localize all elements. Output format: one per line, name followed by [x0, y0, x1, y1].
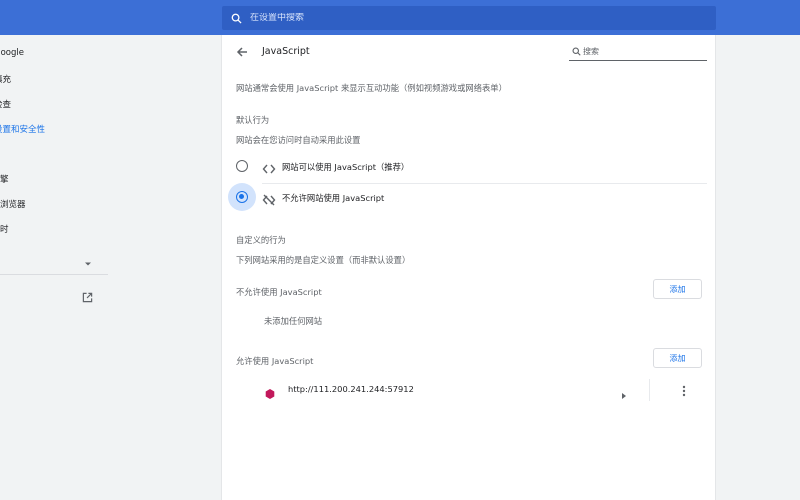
search-icon [569, 47, 583, 56]
option-allow-label: 网站可以使用 JavaScript（推荐） [282, 162, 410, 172]
allow-list-heading: 允许使用 JavaScript [236, 356, 314, 366]
external-link-icon[interactable] [82, 288, 93, 307]
settings-search-input[interactable] [250, 13, 716, 23]
radio-allow-javascript[interactable] [236, 160, 248, 172]
sidebar-item-autofill[interactable]: 填充 [0, 73, 11, 85]
sidebar: Google 填充 检查 设置和安全性 擎 浏览器 时 [0, 35, 108, 500]
page-description: 网站通常会使用 JavaScript 来显示互动功能（例如视频游戏或网络表单） [236, 83, 507, 93]
radio-row-allow-javascript[interactable]: 网站可以使用 JavaScript（推荐） [222, 149, 715, 183]
page-search-input[interactable] [583, 47, 693, 56]
block-list-heading: 不允许使用 JavaScript [236, 287, 322, 297]
row-separator [649, 379, 650, 401]
add-allowed-site-button[interactable]: 添加 [653, 348, 702, 368]
allowed-site-url[interactable]: http://111.200.241.244:57912 [288, 384, 414, 394]
option-block-label: 不允许网站使用 JavaScript [282, 193, 385, 203]
page-title: JavaScript [262, 46, 310, 57]
sidebar-item-privacy-security[interactable]: 设置和安全性 [0, 123, 45, 135]
radio-row-block-javascript[interactable]: 不允许网站使用 JavaScript [222, 183, 715, 217]
sidebar-item-default-browser[interactable]: 浏览器 [0, 198, 26, 210]
code-off-icon [262, 191, 276, 206]
back-arrow-icon[interactable] [234, 44, 250, 60]
sidebar-item-search-engine[interactable]: 擎 [0, 173, 9, 185]
allowed-site-row[interactable]: http://111.200.241.244:57912 [222, 375, 715, 405]
page-search-box[interactable] [569, 43, 707, 61]
site-details-arrow-icon[interactable] [621, 385, 627, 404]
custom-behavior-subheading: 下列网站采用的是自定义设置（而非默认设置） [236, 255, 411, 265]
default-behavior-heading: 默认行为 [236, 115, 270, 125]
default-behavior-subheading: 网站会在您访问时自动采用此设置 [236, 135, 361, 145]
settings-search-box[interactable] [222, 6, 716, 30]
sidebar-item-safety-check[interactable]: 检查 [0, 98, 11, 110]
code-icon [262, 160, 276, 174]
more-actions-icon[interactable] [682, 382, 686, 401]
add-blocked-site-button[interactable]: 添加 [653, 279, 702, 299]
sidebar-item-google[interactable]: Google [0, 48, 24, 58]
search-icon [222, 13, 250, 24]
sidebar-advanced-chevron-down-icon[interactable] [84, 252, 92, 271]
radio-dot [239, 194, 244, 199]
javascript-settings-card: JavaScript 网站通常会使用 JavaScript 来显示互动功能（例如… [221, 35, 716, 500]
radio-block-javascript[interactable] [236, 191, 248, 203]
sidebar-item-on-startup[interactable]: 时 [0, 223, 9, 235]
sidebar-divider [0, 274, 108, 275]
block-list-empty-text: 未添加任何网站 [264, 316, 323, 326]
top-bar [0, 0, 800, 35]
site-favicon-icon [265, 384, 275, 399]
card-header: JavaScript [222, 35, 715, 71]
custom-behavior-heading: 自定义的行为 [236, 235, 286, 245]
